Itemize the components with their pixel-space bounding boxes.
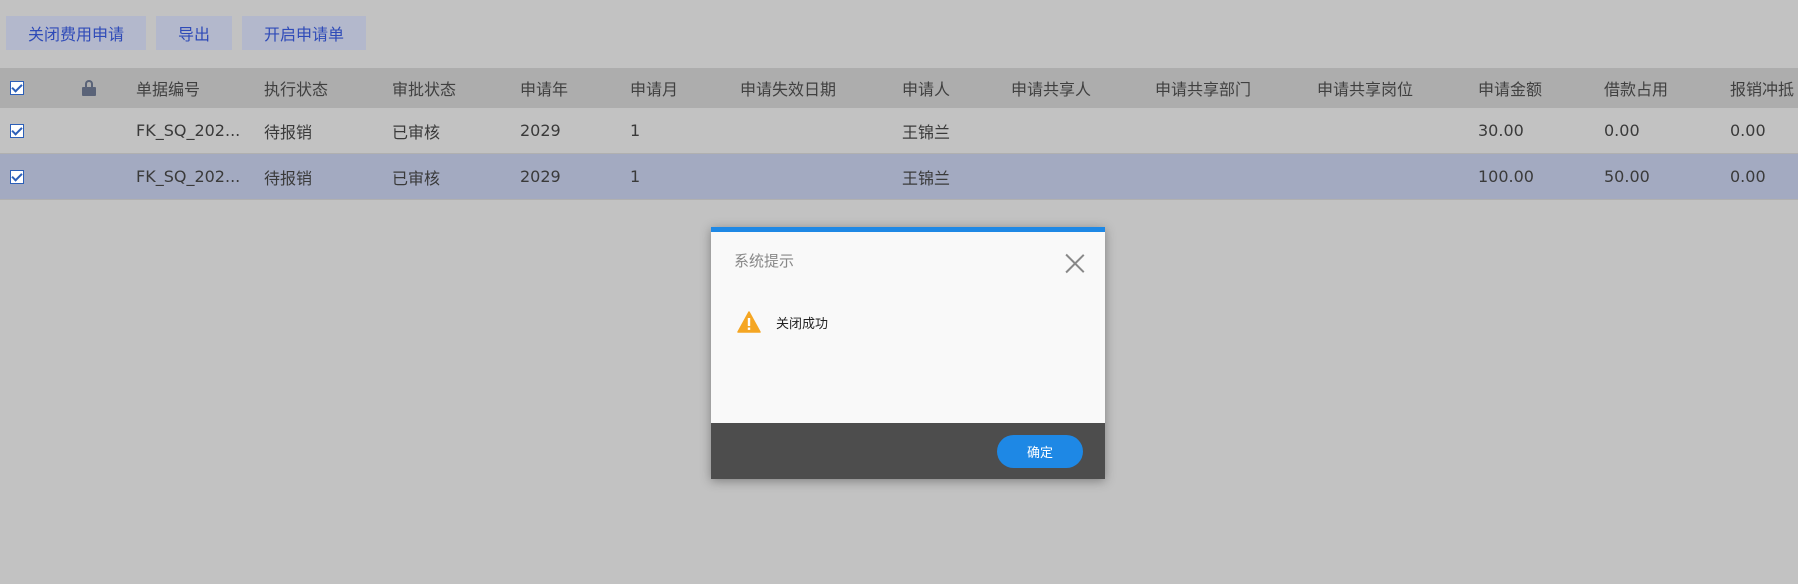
cell-amount: 30.00 bbox=[1478, 121, 1524, 140]
header-amount[interactable]: 申请金额 bbox=[1478, 68, 1588, 108]
cell-year: 2029 bbox=[520, 121, 561, 140]
checkbox-checked-icon bbox=[10, 81, 24, 95]
cell-month: 1 bbox=[630, 167, 641, 186]
cell-approval-status: 已审核 bbox=[392, 168, 441, 188]
header-approval-status[interactable]: 审批状态 bbox=[392, 68, 512, 108]
dialog-message-text: 关闭成功 bbox=[776, 316, 829, 332]
header-share-post[interactable]: 申请共享岗位 bbox=[1317, 68, 1467, 108]
close-icon[interactable] bbox=[1065, 253, 1085, 273]
cell-doc-no: FK_SQ_202... bbox=[136, 121, 241, 140]
dialog-accent-bar bbox=[711, 227, 1105, 232]
table-row[interactable]: FK_SQ_202... 待报销 已审核 2029 1 王锦兰 30.00 0.… bbox=[0, 108, 1798, 154]
header-offset[interactable]: 报销冲抵 bbox=[1730, 68, 1798, 108]
cell-share-post bbox=[1317, 108, 1467, 153]
header-applicant[interactable]: 申请人 bbox=[902, 68, 1002, 108]
checkbox-checked-icon bbox=[10, 123, 24, 138]
cell-amount: 100.00 bbox=[1478, 167, 1534, 186]
cell-loan-used: 0.00 bbox=[1604, 121, 1640, 140]
row-checkbox[interactable] bbox=[10, 108, 30, 153]
cell-expiry-date bbox=[740, 108, 890, 153]
warning-icon bbox=[737, 311, 761, 333]
cell-offset: 0.00 bbox=[1730, 121, 1766, 140]
dialog-footer: 确定 bbox=[711, 423, 1105, 479]
header-doc-no[interactable]: 单据编号 bbox=[136, 68, 256, 108]
cell-exec-status: 待报销 bbox=[264, 122, 313, 142]
header-expiry-date[interactable]: 申请失效日期 bbox=[740, 68, 890, 108]
cell-approval-status: 已审核 bbox=[392, 122, 441, 142]
system-prompt-dialog: 系统提示 关闭成功 确定 bbox=[711, 227, 1105, 479]
row-checkbox[interactable] bbox=[10, 154, 30, 199]
header-year[interactable]: 申请年 bbox=[520, 68, 620, 108]
cell-month: 1 bbox=[630, 121, 641, 140]
open-request-button[interactable]: 开启申请单 bbox=[242, 16, 367, 50]
cell-exec-status: 待报销 bbox=[264, 168, 313, 188]
header-exec-status[interactable]: 执行状态 bbox=[264, 68, 384, 108]
lock-column bbox=[82, 68, 102, 108]
dialog-title: 系统提示 bbox=[734, 252, 795, 270]
cell-share-post bbox=[1317, 154, 1467, 199]
select-all-checkbox[interactable] bbox=[10, 68, 30, 108]
table-header: 单据编号 执行状态 审批状态 申请年 申请月 申请失效日期 申请人 申请共享人 … bbox=[0, 68, 1798, 108]
cell-applicant: 王锦兰 bbox=[902, 168, 951, 188]
confirm-button[interactable]: 确定 bbox=[997, 435, 1083, 468]
table-row[interactable]: FK_SQ_202... 待报销 已审核 2029 1 王锦兰 100.00 5… bbox=[0, 154, 1798, 200]
cell-sharer bbox=[1011, 154, 1141, 199]
cell-share-dept bbox=[1155, 108, 1305, 153]
header-month[interactable]: 申请月 bbox=[630, 68, 730, 108]
cell-year: 2029 bbox=[520, 167, 561, 186]
dialog-message: 关闭成功 bbox=[737, 311, 828, 333]
cell-share-dept bbox=[1155, 154, 1305, 199]
header-share-dept[interactable]: 申请共享部门 bbox=[1155, 68, 1305, 108]
export-button[interactable]: 导出 bbox=[156, 16, 233, 50]
close-expense-request-button[interactable]: 关闭费用申请 bbox=[6, 16, 147, 50]
cell-sharer bbox=[1011, 108, 1141, 153]
header-sharer[interactable]: 申请共享人 bbox=[1011, 68, 1141, 108]
checkbox-checked-icon bbox=[10, 169, 24, 184]
cell-expiry-date bbox=[740, 154, 890, 199]
cell-loan-used: 50.00 bbox=[1604, 167, 1650, 186]
header-loan-used[interactable]: 借款占用 bbox=[1604, 68, 1714, 108]
cell-doc-no: FK_SQ_202... bbox=[136, 167, 241, 186]
toolbar: 关闭费用申请 导出 开启申请单 bbox=[6, 16, 367, 50]
data-table: 单据编号 执行状态 审批状态 申请年 申请月 申请失效日期 申请人 申请共享人 … bbox=[0, 68, 1798, 200]
cell-offset: 0.00 bbox=[1730, 167, 1766, 186]
lock-icon bbox=[82, 80, 96, 96]
cell-applicant: 王锦兰 bbox=[902, 122, 951, 142]
